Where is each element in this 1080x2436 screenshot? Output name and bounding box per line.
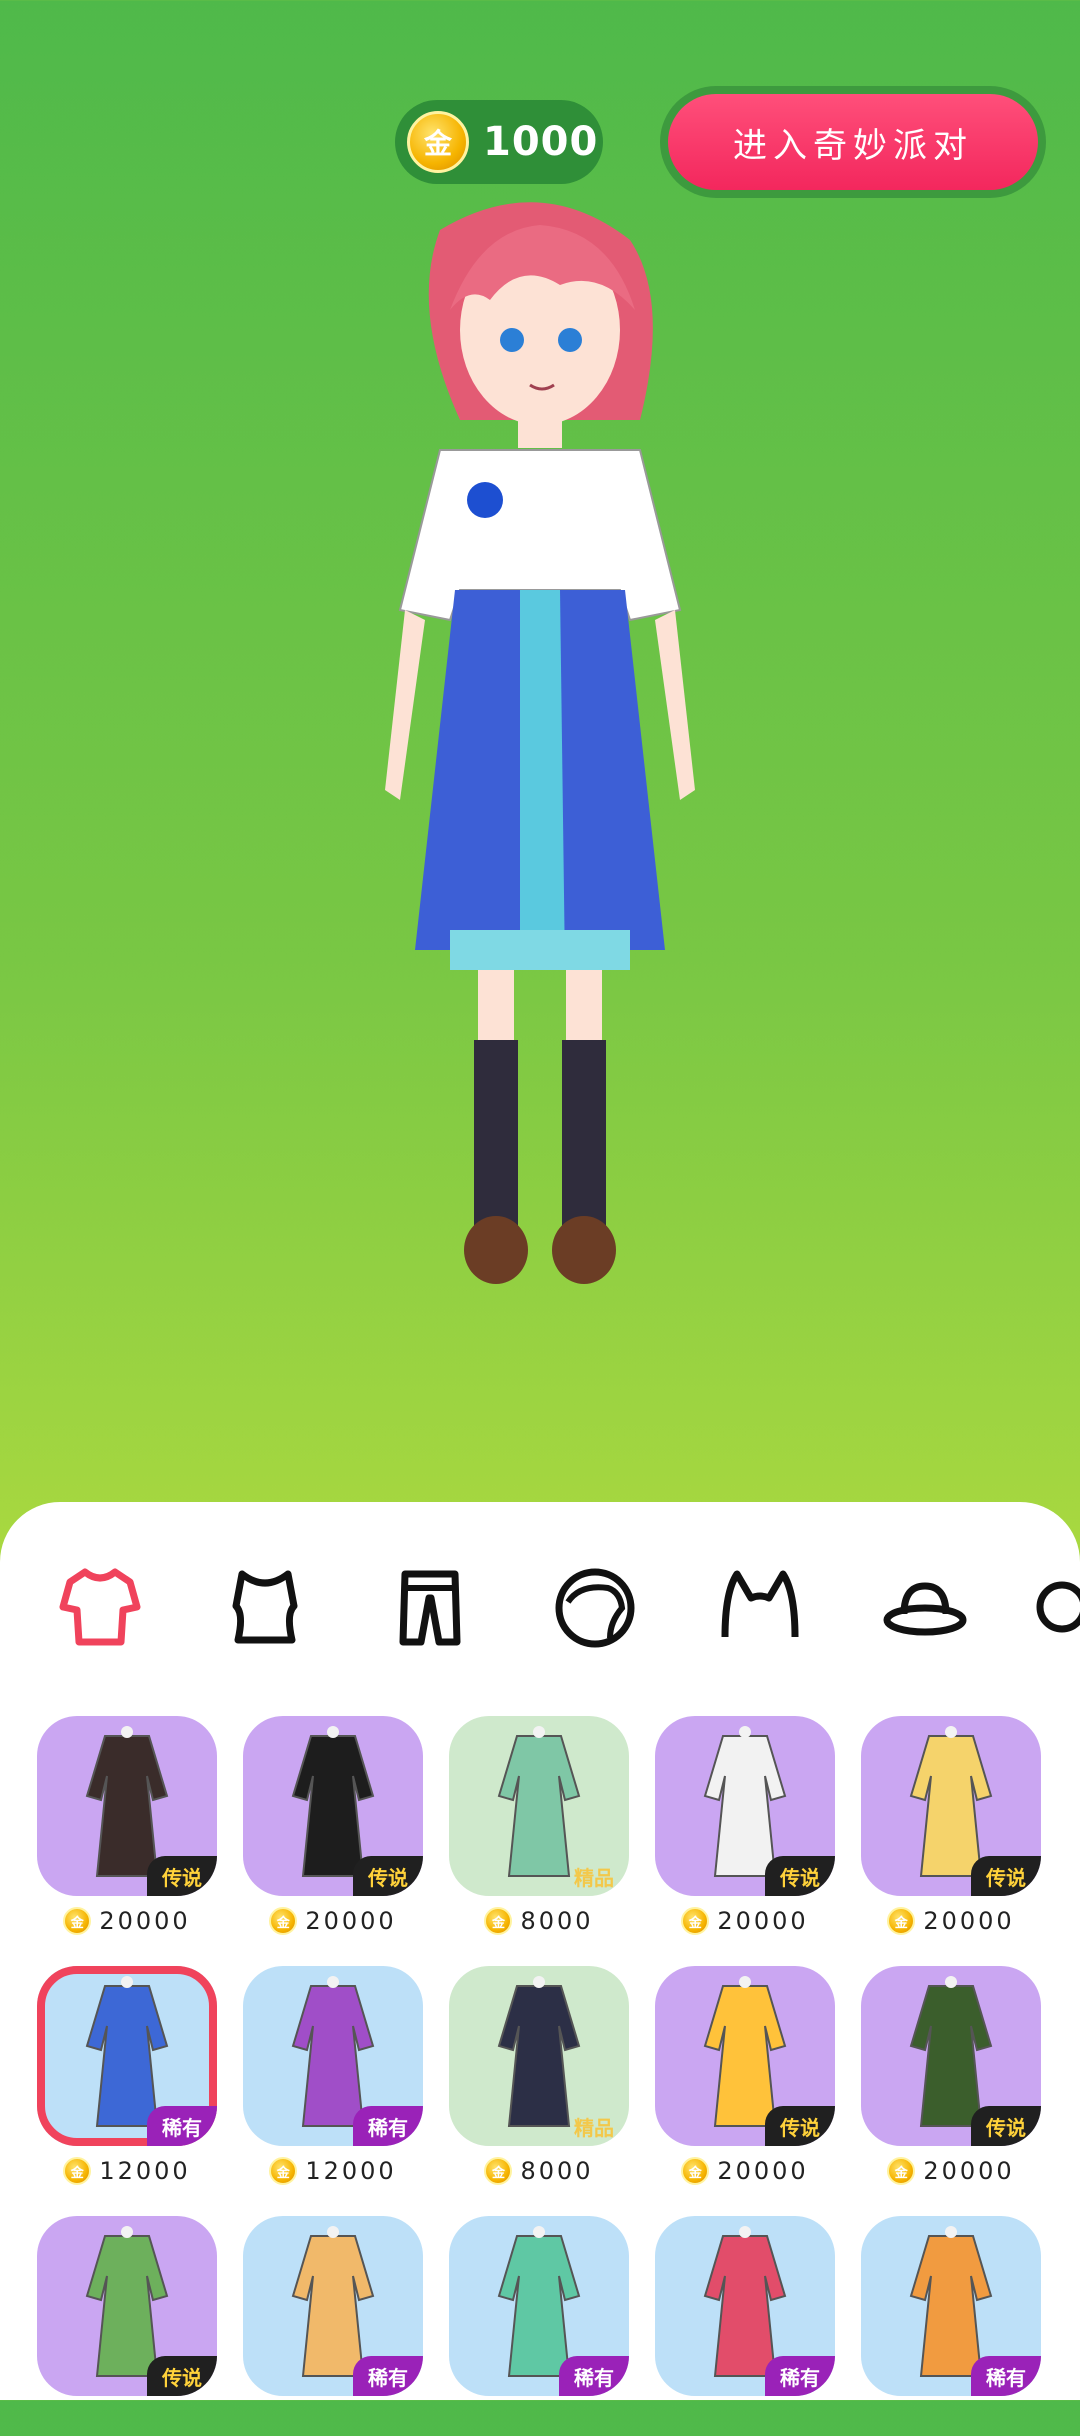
item-price: 金 20000 (861, 2156, 1041, 2186)
item-price: 金 8000 (449, 1906, 629, 1936)
tab-more[interactable] (1030, 1552, 1080, 1662)
price-value: 20000 (305, 1907, 397, 1935)
rarity-badge: 精品 (574, 2115, 614, 2140)
top-icon (232, 1570, 298, 1644)
rarity-badge: 传说 (353, 1856, 423, 1896)
coin-amount: 1000 (483, 119, 599, 165)
price-value: 20000 (923, 1907, 1015, 1935)
outfit-item[interactable]: 传说 (37, 2216, 217, 2436)
circle-icon (1036, 1581, 1080, 1633)
price-value: 12000 (99, 2157, 191, 2185)
rarity-badge: 传说 (147, 2356, 217, 2396)
outfit-item[interactable]: 稀有金 12000 (243, 1966, 423, 2186)
outfit-card[interactable]: 稀有 (243, 1966, 423, 2146)
item-price: 金 20000 (861, 1906, 1041, 1936)
hair-icon (555, 1568, 635, 1648)
coin-icon: 金 (681, 1907, 710, 1935)
wardrobe-panel: 传说金 20000 传说金 20000 精品金 8000 传说金 20000 传说金 20000 稀… (0, 1502, 1080, 2400)
outfit-item[interactable]: 传说金 20000 (243, 1716, 423, 1936)
item-price: 金 12000 (243, 2156, 423, 2186)
outfit-card[interactable]: 传说 (37, 2216, 217, 2396)
outfit-card[interactable]: 稀有 (449, 2216, 629, 2396)
outfit-item[interactable]: 稀有 (861, 2216, 1041, 2436)
coin-icon: 金 (407, 111, 469, 173)
outfit-card[interactable]: 稀有 (243, 2216, 423, 2396)
price-value: 8000 (520, 1907, 594, 1935)
tab-headwear[interactable] (705, 1552, 815, 1662)
outfit-item[interactable]: 稀有 (655, 2216, 835, 2436)
rarity-badge: 稀有 (559, 2356, 629, 2396)
coin-icon: 金 (681, 2157, 710, 2185)
rarity-badge: 稀有 (765, 2356, 835, 2396)
outfit-card[interactable]: 传说 (37, 1716, 217, 1896)
item-price: 金 12000 (37, 2156, 217, 2186)
outfit-card[interactable]: 传说 (861, 1716, 1041, 1896)
hat-icon (883, 1582, 967, 1636)
outfit-item[interactable]: 传说金 20000 (861, 1966, 1041, 2186)
outfit-item[interactable]: 传说金 20000 (655, 1966, 835, 2186)
outfit-card[interactable]: 精品 (449, 1966, 629, 2146)
coin-icon: 金 (887, 2157, 916, 2185)
item-price: 金 20000 (243, 1906, 423, 1936)
rarity-badge: 稀有 (353, 2106, 423, 2146)
rarity-badge: 稀有 (971, 2356, 1041, 2396)
outfit-item[interactable]: 稀有金 12000 (37, 1966, 217, 2186)
outfit-item[interactable]: 传说金 20000 (37, 1716, 217, 1936)
coin-icon: 金 (63, 2157, 92, 2185)
rarity-badge: 稀有 (147, 2106, 217, 2146)
tab-bottom[interactable] (375, 1552, 485, 1662)
enter-party-button[interactable]: 进入奇妙派对 (660, 86, 1046, 198)
outfit-card[interactable]: 传说 (243, 1716, 423, 1896)
rarity-badge: 传说 (147, 1856, 217, 1896)
coin-icon: 金 (269, 2157, 298, 2185)
rarity-badge: 传说 (765, 1856, 835, 1896)
coin-icon: 金 (269, 1907, 298, 1935)
coin-icon: 金 (484, 2157, 513, 2185)
outfit-item[interactable]: 精品金 8000 (449, 1966, 629, 2186)
item-price: 金 20000 (655, 1906, 835, 1936)
coin-icon: 金 (887, 1907, 916, 1935)
rarity-badge: 传说 (765, 2106, 835, 2146)
item-price: 金 8000 (449, 2156, 629, 2186)
price-value: 20000 (99, 1907, 191, 1935)
price-value: 20000 (923, 2157, 1015, 2185)
tab-top[interactable] (210, 1552, 320, 1662)
outfit-item[interactable]: 精品金 8000 (449, 1716, 629, 1936)
tab-hat[interactable] (870, 1552, 980, 1662)
outfit-card[interactable]: 传说 (655, 1966, 835, 2146)
pants-icon (399, 1570, 461, 1646)
rarity-badge: 传说 (971, 2106, 1041, 2146)
outfit-item[interactable]: 传说金 20000 (861, 1716, 1041, 1936)
rarity-badge: 稀有 (353, 2356, 423, 2396)
outfit-card[interactable]: 稀有 (655, 2216, 835, 2396)
outfit-card[interactable]: 稀有 (861, 2216, 1041, 2396)
rarity-badge: 精品 (574, 1865, 614, 1890)
outfit-icon (59, 1568, 141, 1646)
outfit-card[interactable]: 传说 (861, 1966, 1041, 2146)
item-price: 金 20000 (655, 2156, 835, 2186)
category-tabs (0, 1552, 1080, 1662)
cat-ears-icon (721, 1570, 799, 1638)
outfit-card[interactable]: 精品 (449, 1716, 629, 1896)
price-value: 20000 (717, 2157, 809, 2185)
tab-outfit[interactable] (45, 1552, 155, 1662)
price-value: 8000 (520, 2157, 594, 2185)
outfit-item[interactable]: 稀有 (449, 2216, 629, 2436)
coin-icon: 金 (63, 1907, 92, 1935)
coin-icon: 金 (484, 1907, 513, 1935)
tab-hair[interactable] (540, 1552, 650, 1662)
outfit-card[interactable]: 传说 (655, 1716, 835, 1896)
price-value: 20000 (717, 1907, 809, 1935)
enter-party-label: 进入奇妙派对 (668, 94, 1038, 190)
price-value: 12000 (305, 2157, 397, 2185)
coin-balance: 金 1000 (395, 100, 603, 184)
outfit-item[interactable]: 稀有 (243, 2216, 423, 2436)
outfit-card[interactable]: 稀有 (37, 1966, 217, 2146)
outfit-item[interactable]: 传说金 20000 (655, 1716, 835, 1936)
item-price: 金 20000 (37, 1906, 217, 1936)
rarity-badge: 传说 (971, 1856, 1041, 1896)
character-avatar (385, 202, 695, 1284)
